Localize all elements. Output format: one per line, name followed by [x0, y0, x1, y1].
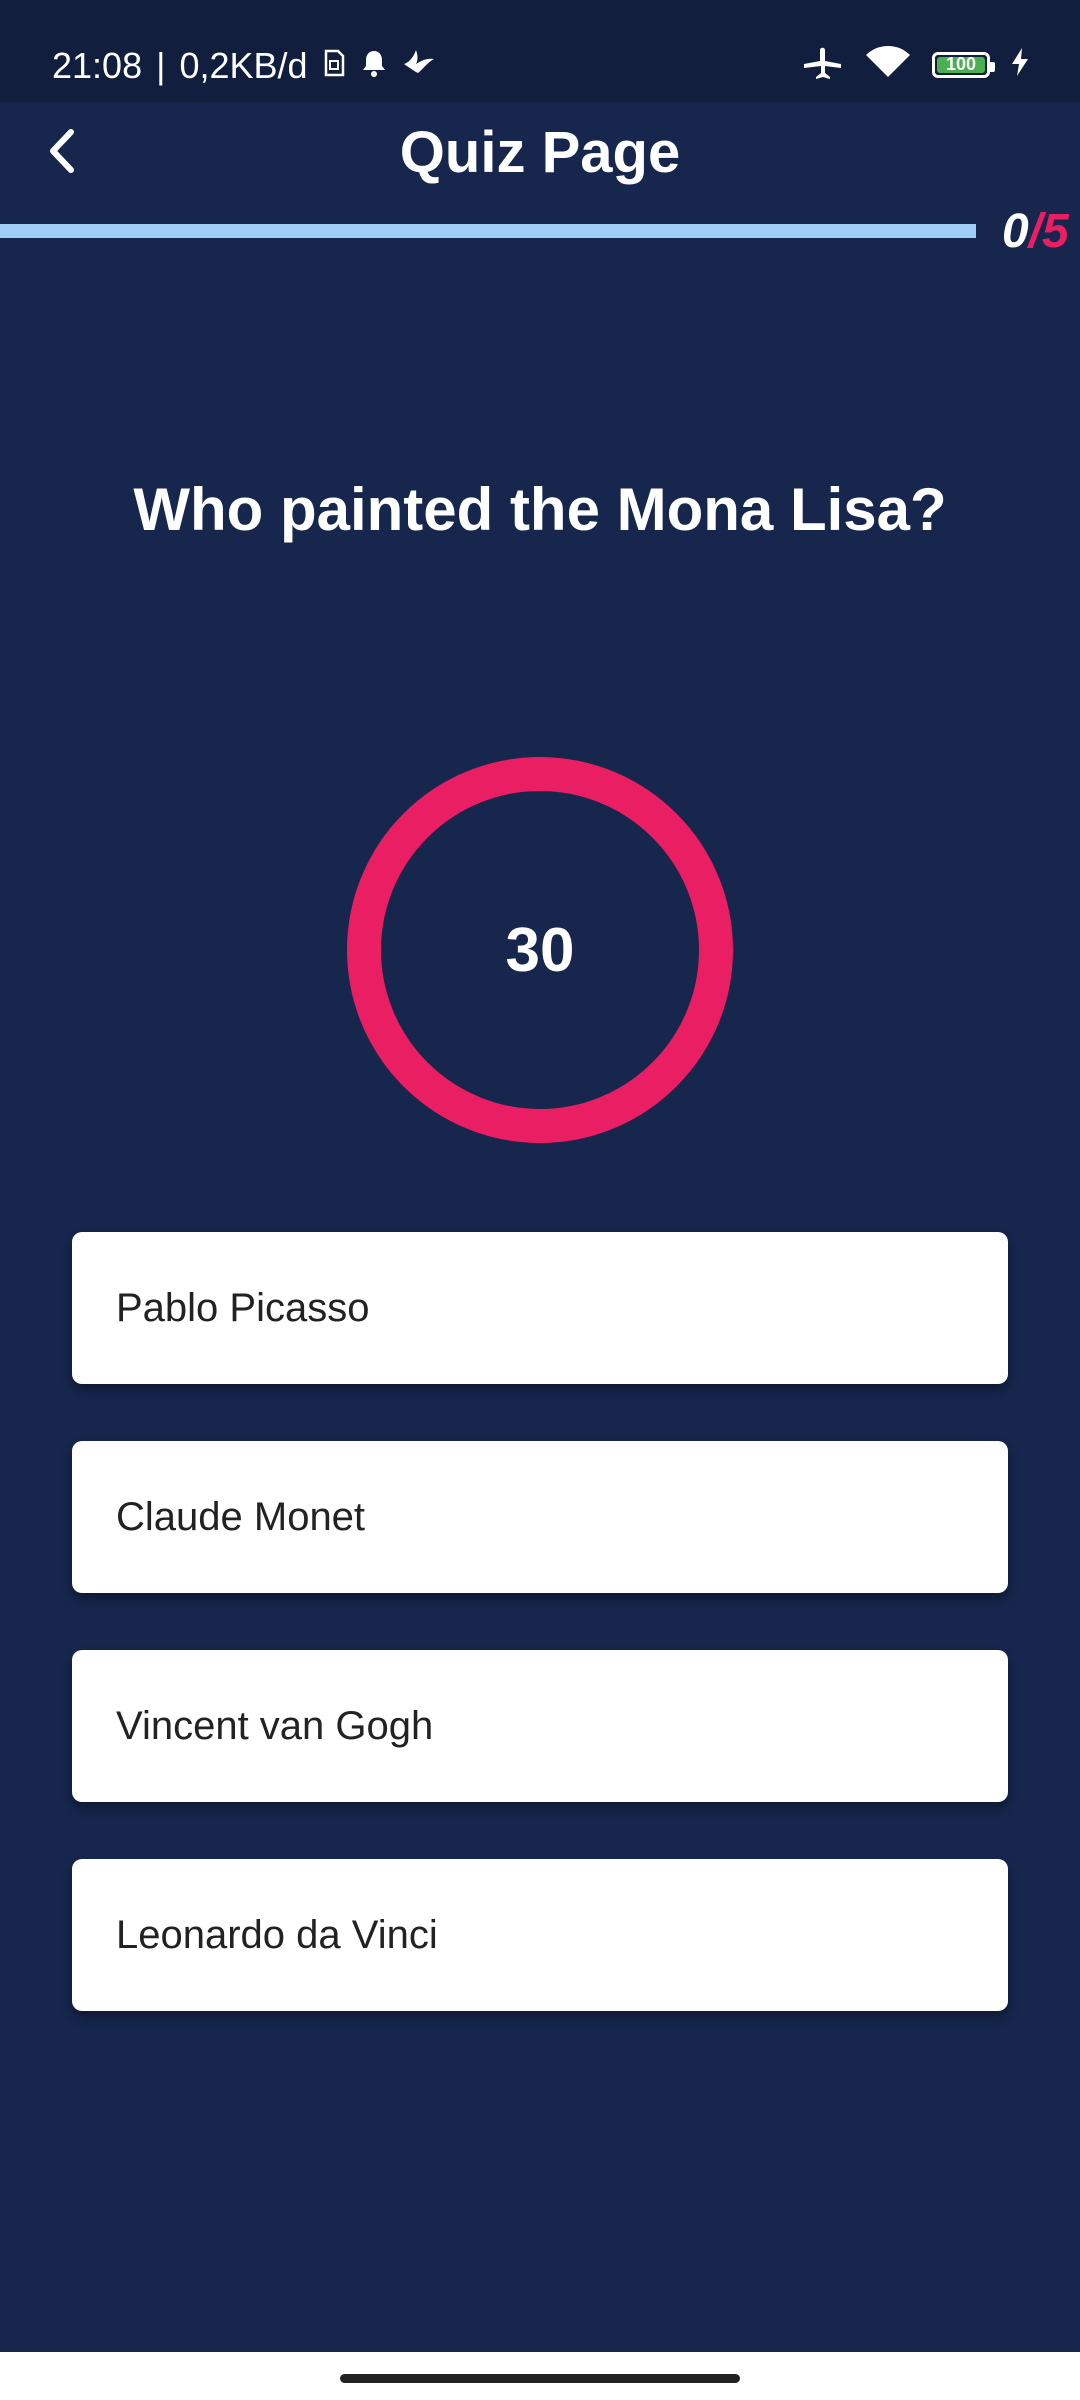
countdown-timer: 30 — [346, 756, 734, 1144]
wifi-icon — [864, 44, 912, 85]
battery-level: 100 — [945, 54, 977, 74]
answer-option-3[interactable]: Vincent van Gogh — [72, 1650, 1008, 1802]
battery-icon: 100 — [932, 51, 995, 78]
progress-bar — [0, 224, 976, 238]
answer-option-1[interactable]: Pablo Picasso — [72, 1232, 1008, 1384]
status-right: 100 — [802, 44, 1030, 85]
progress-total: /5 — [1028, 205, 1069, 258]
timer-value: 30 — [505, 915, 575, 985]
airplane-icon — [802, 44, 844, 85]
answer-option-label: Claude Monet — [116, 1494, 366, 1539]
page-title: Quiz Page — [399, 120, 681, 185]
progress-count: 0/5 — [1002, 204, 1069, 260]
status-time: 21:08 — [52, 45, 143, 86]
status-left: 21:08 | 0,2KB/d — [52, 44, 436, 88]
status-separator: | — [156, 45, 166, 86]
charging-icon — [1010, 47, 1030, 82]
system-nav-bar — [0, 2352, 1080, 2400]
progress-current: 0 — [1002, 205, 1029, 258]
answer-option-label: Leonardo da Vinci — [116, 1912, 438, 1957]
answer-option-4[interactable]: Leonardo da Vinci — [72, 1859, 1008, 2011]
bell-icon — [360, 44, 388, 88]
answer-option-label: Pablo Picasso — [116, 1285, 370, 1330]
app-bar: Quiz Page — [0, 102, 1080, 204]
home-indicator[interactable] — [340, 2374, 740, 2383]
progress-fill — [0, 224, 976, 238]
status-data-rate: 0,2KB/d — [179, 45, 308, 86]
sim-icon — [322, 44, 346, 88]
answer-option-label: Vincent van Gogh — [116, 1703, 434, 1748]
question-text: Who painted the Mona Lisa? — [133, 476, 947, 543]
bird-icon — [402, 44, 436, 88]
answer-option-2[interactable]: Claude Monet — [72, 1441, 1008, 1593]
status-bar: 21:08 | 0,2KB/d 100 — [0, 0, 1080, 102]
